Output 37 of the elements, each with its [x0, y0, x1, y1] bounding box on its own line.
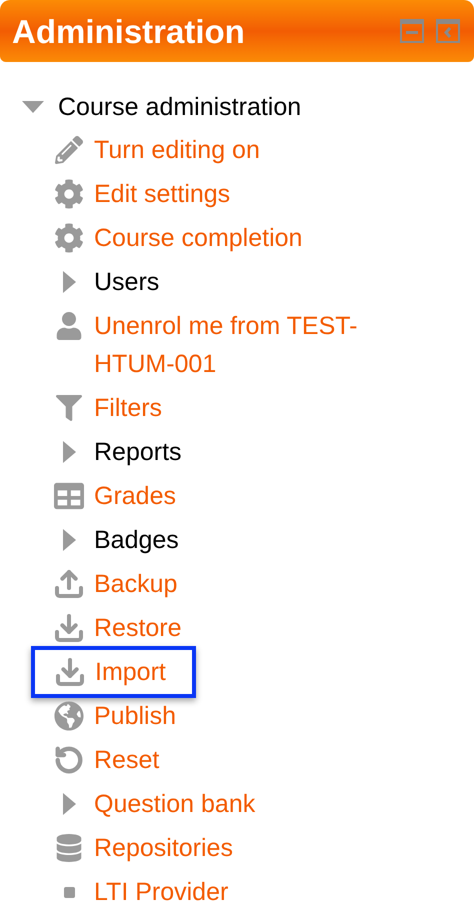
globe-icon: [54, 701, 84, 731]
expand-arrow-icon[interactable]: [22, 101, 44, 115]
table-icon: [54, 481, 84, 511]
tree-link[interactable]: Restore: [94, 606, 394, 650]
block-title: Administration: [12, 14, 245, 48]
person-icon: [55, 312, 83, 340]
expand-arrow-icon[interactable]: [62, 793, 76, 815]
tree-link[interactable]: Turn editing on: [94, 128, 394, 172]
reset-icon: [54, 745, 84, 775]
filter-icon: [56, 395, 82, 421]
tree-category[interactable]: Badges: [94, 518, 394, 562]
pencil-icon: [55, 136, 83, 164]
tree-heading[interactable]: Course administration: [58, 89, 302, 127]
tree-link[interactable]: LTI Provider: [94, 870, 394, 914]
tree-link[interactable]: Question bank: [94, 782, 394, 826]
download-icon: [53, 612, 85, 644]
tree-link[interactable]: Unenrol me from TEST-HTUM-001: [94, 304, 394, 386]
expand-arrow-icon[interactable]: [62, 271, 76, 293]
square-icon: [64, 886, 74, 898]
tree-link[interactable]: Edit settings: [94, 172, 394, 216]
upload-icon: [53, 568, 85, 600]
tree-category[interactable]: Users: [94, 260, 394, 304]
expand-arrow-icon[interactable]: [62, 529, 76, 551]
tree-link[interactable]: Grades: [94, 474, 394, 518]
tree-link[interactable]: Publish: [94, 694, 394, 738]
tree-category[interactable]: Reports: [94, 430, 394, 474]
gear-icon: [54, 179, 84, 209]
tree-link[interactable]: Course completion: [94, 216, 394, 260]
tree-link[interactable]: Backup: [94, 562, 394, 606]
expand-arrow-icon[interactable]: [62, 441, 76, 463]
download-icon: [54, 656, 86, 688]
tree-link[interactable]: Reset: [94, 738, 394, 782]
tree-link[interactable]: Repositories: [94, 826, 394, 870]
gear-icon: [54, 223, 84, 253]
tree-link[interactable]: Import: [95, 650, 166, 694]
tree-link[interactable]: Filters: [94, 386, 394, 430]
database-icon: [55, 834, 83, 862]
